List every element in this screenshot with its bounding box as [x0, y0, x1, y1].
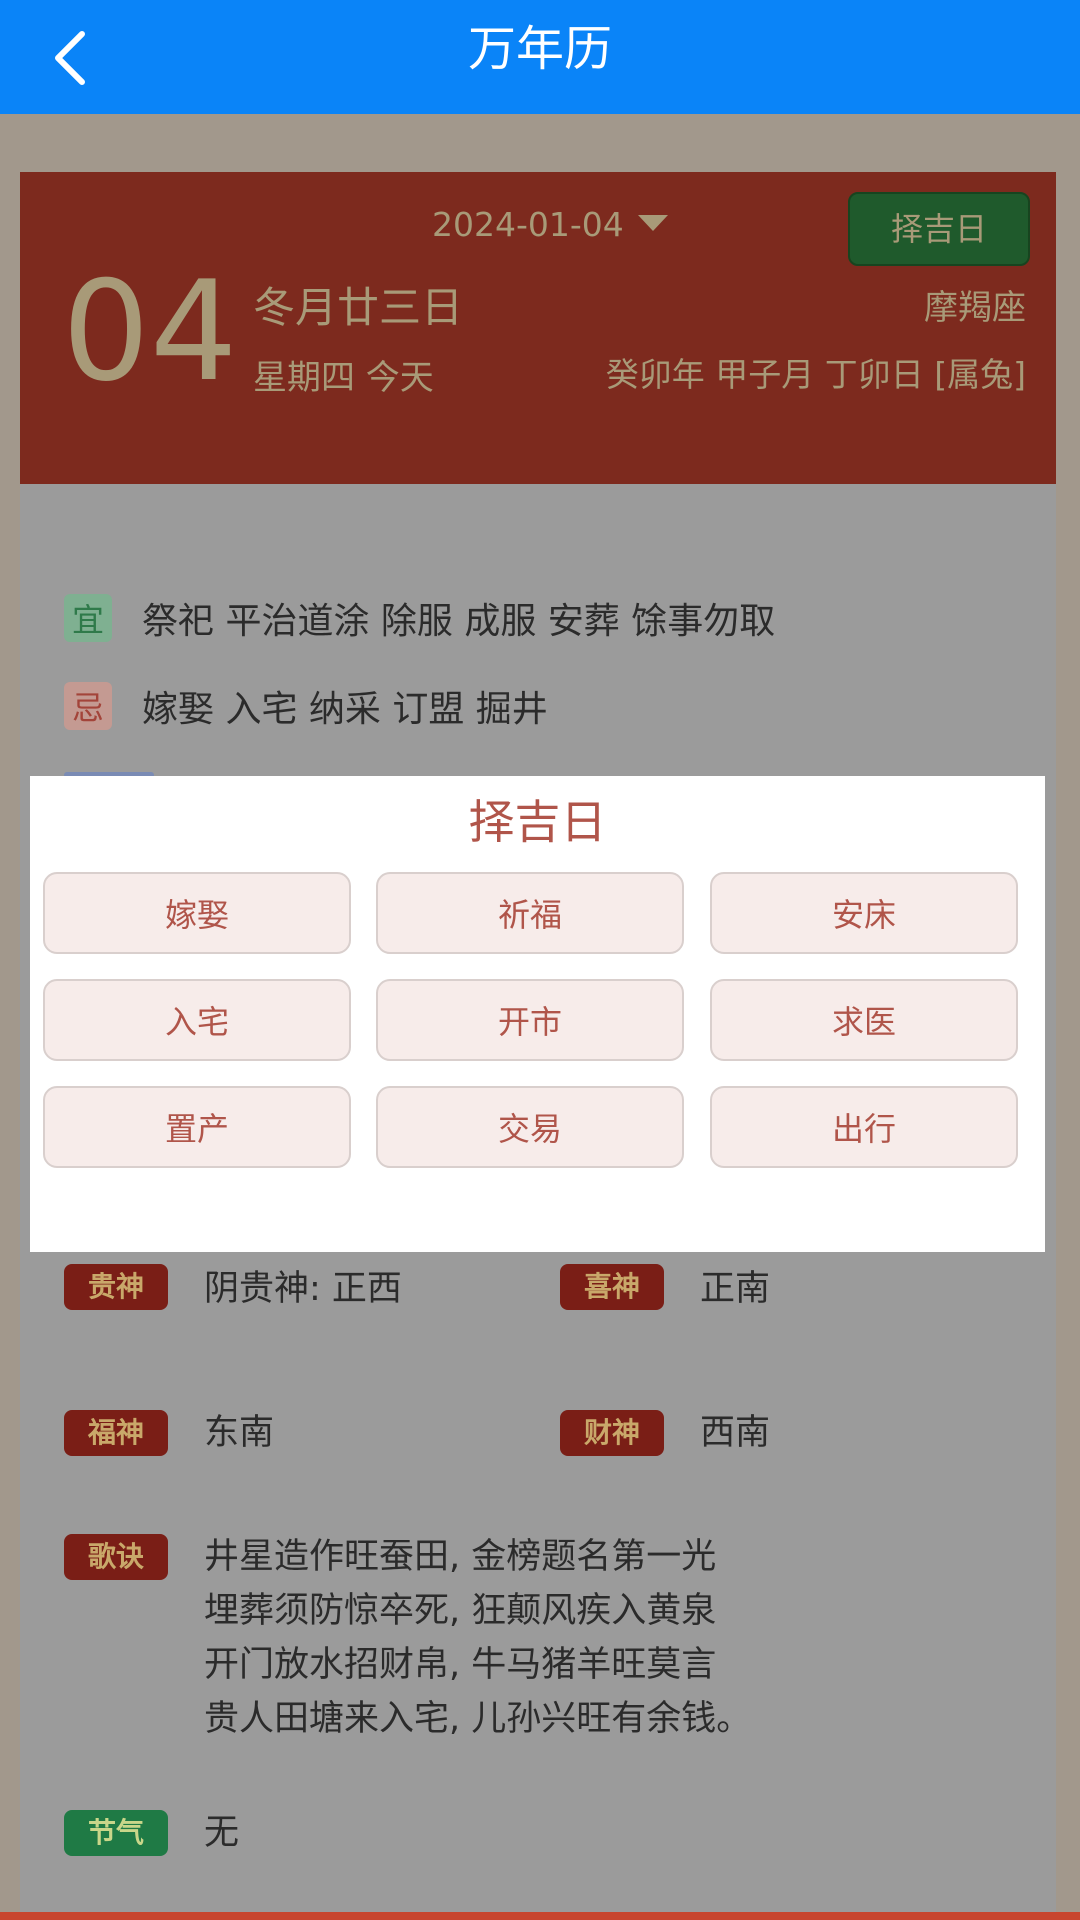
caret-down-icon — [637, 215, 668, 231]
fushen-value: 东南 — [204, 1413, 275, 1453]
guishen-badge: 贵神 — [64, 1264, 168, 1310]
top-bar: 万年历 — [0, 0, 1080, 114]
day-number: 04 — [62, 251, 238, 412]
gejue-line: 开门放水招财帛, 牛马猪羊旺莫言 — [204, 1645, 717, 1685]
ji-row: 忌 嫁娶 入宅 纳采 订盟 掘井 — [64, 680, 548, 732]
yin-guishen: 阴贵神: 正西 — [204, 1269, 402, 1309]
yi-tag: 宜 — [64, 594, 112, 642]
option-qiuyi-button[interactable]: 求医 — [710, 979, 1018, 1061]
gejue-line: 井星造作旺蚕田, 金榜题名第一光 — [204, 1537, 717, 1577]
page-title: 万年历 — [467, 21, 612, 77]
option-ruzhai-button[interactable]: 入宅 — [43, 979, 351, 1061]
option-kaishi-button[interactable]: 开市 — [376, 979, 684, 1061]
jieqi-value: 无 — [204, 1813, 240, 1853]
yi-text: 祭祀 平治道涂 除服 成服 安葬 馀事勿取 — [142, 601, 776, 642]
gejue-badge: 歌诀 — [64, 1534, 168, 1580]
gejue-line: 贵人田塘来入宅, 儿孙兴旺有余钱。 — [204, 1699, 752, 1739]
gejue-line: 埋葬须防惊卒死, 狂颠风疾入黄泉 — [204, 1591, 717, 1631]
jieqi-badge: 节气 — [64, 1810, 168, 1856]
date-selector[interactable]: 2024-01-04 — [432, 194, 668, 254]
zejiri-button[interactable]: 择吉日 — [848, 192, 1030, 266]
fushen-badge: 福神 — [64, 1410, 168, 1456]
selected-date: 2024-01-04 — [432, 204, 624, 244]
date-header: 2024-01-04 择吉日 04 冬月廿三日 星期四 今天 摩羯座 癸卯年 甲… — [20, 172, 1056, 484]
ji-tag: 忌 — [64, 682, 112, 730]
caishen-value: 西南 — [700, 1413, 771, 1453]
ganzhi-date: 癸卯年 甲子月 丁卯日 [属兔] — [605, 355, 1026, 394]
lunar-date: 冬月廿三日 — [253, 283, 464, 332]
caishen-badge: 财神 — [560, 1410, 664, 1456]
bottom-strip — [0, 1912, 1080, 1920]
xishen-badge: 喜神 — [560, 1264, 664, 1310]
ji-text: 嫁娶 入宅 纳采 订盟 掘井 — [142, 689, 548, 730]
option-jiaqu-button[interactable]: 嫁娶 — [43, 872, 351, 954]
zodiac-sign: 摩羯座 — [924, 288, 1026, 328]
yi-row: 宜 祭祀 平治道涂 除服 成服 安葬 馀事勿取 — [64, 592, 775, 644]
option-zhichan-button[interactable]: 置产 — [43, 1086, 351, 1168]
modal-title: 择吉日 — [468, 795, 607, 849]
weekday-label: 星期四 今天 — [253, 358, 434, 398]
option-jiaoyi-button[interactable]: 交易 — [376, 1086, 684, 1168]
option-anchuang-button[interactable]: 安床 — [710, 872, 1018, 954]
xishen-value: 正南 — [700, 1269, 771, 1309]
option-qifu-button[interactable]: 祈福 — [376, 872, 684, 954]
option-chuxing-button[interactable]: 出行 — [710, 1086, 1018, 1168]
zejiri-modal: 择吉日 嫁娶 祈福 安床 入宅 开市 求医 置产 交易 出行 — [30, 776, 1045, 1252]
